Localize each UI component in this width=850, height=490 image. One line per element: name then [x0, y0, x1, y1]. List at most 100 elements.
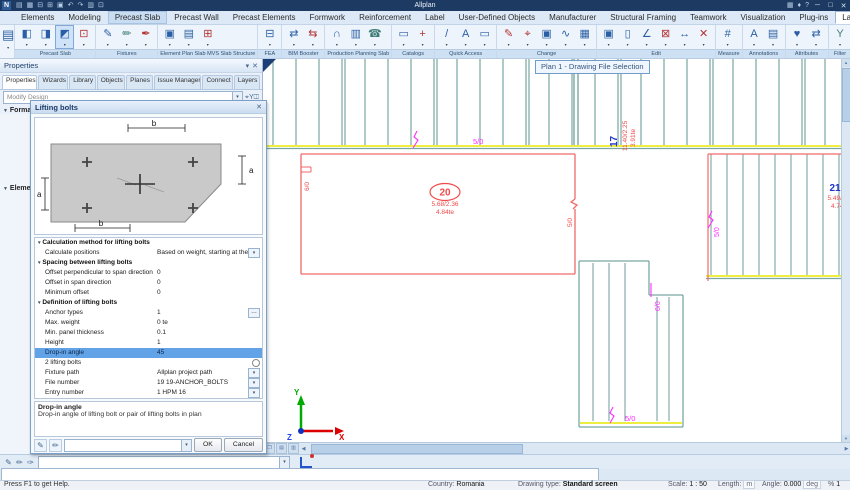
plot-icon[interactable]: ▥ [87, 2, 94, 9]
param-value[interactable]: 45 [157, 348, 262, 358]
modify-pen-icon[interactable]: ✎▾ [499, 25, 518, 49]
slab-mvs-icon[interactable]: ▤▾ [179, 25, 198, 49]
param-row-file-number[interactable]: File number19 19-ANCHOR_BOLTS▾ [35, 378, 262, 388]
param-row-offset-perpendicular-to-span-direction[interactable]: Offset perpendicular to span direction0 [35, 268, 262, 278]
scroll-left-arrow[interactable]: ◀ [299, 446, 308, 452]
menu-tab-precast-elements[interactable]: Precast Elements [226, 11, 303, 24]
param-value[interactable]: 0 [157, 288, 262, 298]
allplan-logo[interactable]: N [2, 1, 11, 10]
bim-export-icon[interactable]: ⇄▾ [284, 25, 303, 49]
horizontal-scrollbar[interactable]: ❐ ▤ ▥ ◀ ▶ [263, 442, 850, 454]
match-pen-icon[interactable]: ✎ [3, 457, 14, 468]
menu-tab-layout-editor[interactable]: Layout Editor [835, 11, 850, 24]
param-section-spacing-between-lifting-bolts[interactable]: ▾ Spacing between lifting bolts [35, 258, 262, 268]
text-tool-icon[interactable]: A▾ [456, 25, 475, 49]
ok-button[interactable]: OK [194, 438, 222, 452]
menu-tab-reinforcement[interactable]: Reinforcement [352, 11, 418, 24]
param-value[interactable]: 0.1 [157, 328, 262, 338]
beam-edit-icon[interactable]: ▯▾ [618, 25, 637, 49]
menu-tab-structural-framing[interactable]: Structural Framing [603, 11, 683, 24]
allplan-exchange-icon[interactable]: ▦ [787, 0, 794, 11]
draw-line-icon[interactable]: /▾ [437, 25, 456, 49]
panel-20-left-mark[interactable]: 6/0 [304, 182, 311, 191]
palette-tab-library[interactable]: Library [69, 75, 95, 89]
param-row-calculate-positions[interactable]: Calculate positionsBased on weight, star… [35, 248, 262, 258]
palette-tab-properties[interactable]: Properties [2, 75, 37, 89]
dropdown-button[interactable]: ▾ [248, 368, 260, 378]
checkbox[interactable] [252, 359, 260, 367]
menu-tab-elements[interactable]: Elements [14, 11, 61, 24]
slab-modify-icon[interactable]: ◨▾ [36, 25, 55, 49]
element-plan-icon[interactable]: ▣▾ [160, 25, 179, 49]
menu-tab-visualization[interactable]: Visualization [734, 11, 793, 24]
bottom-panel-outline[interactable] [579, 261, 683, 427]
param-value[interactable]: 1 [157, 338, 262, 348]
box-tool-icon[interactable]: ▭▾ [475, 25, 494, 49]
wave-adjust-icon[interactable]: ∿▾ [556, 25, 575, 49]
catalog-dialog-icon[interactable]: ▭▾ [394, 25, 413, 49]
status-angle[interactable]: Angle: 0.000 deg [762, 481, 821, 489]
undo-icon[interactable]: ↶ [68, 2, 74, 9]
quick-match-combo[interactable]: ▾ [38, 456, 290, 469]
project-navigator-icon[interactable]: ⊞ [47, 2, 53, 9]
close-icon[interactable]: ✕ [256, 103, 262, 111]
menu-tab-plug-ins[interactable]: Plug-ins [792, 11, 835, 24]
bim-import-icon[interactable]: ⇆▾ [303, 25, 322, 49]
allplan-shop-icon[interactable]: ♦ [798, 0, 802, 11]
param-row-minimum-offset[interactable]: Minimum offset0 [35, 288, 262, 298]
palette-header[interactable]: Properties ▾ ✕ [0, 59, 262, 73]
mirror-icon[interactable]: ⊠▾ [656, 25, 675, 49]
dropdown-button[interactable]: ▾ [248, 388, 260, 398]
param-row-max-weight[interactable]: Max. weight0 te [35, 318, 262, 328]
task-board-icon[interactable]: ▤▾ [2, 25, 15, 58]
maximize-button[interactable]: □ [824, 2, 837, 9]
slab-mesh-icon[interactable]: ◧▾ [17, 25, 36, 49]
help-icon[interactable]: ? [805, 0, 809, 11]
right-cut-label[interactable]: 5/0 [714, 227, 721, 237]
param-value[interactable]: Allplan project path [157, 368, 248, 378]
param-value[interactable]: 1 [157, 308, 248, 318]
fixture-modify-icon[interactable]: ✏▾ [117, 25, 136, 49]
fea-export-icon[interactable]: ⊟▾ [260, 25, 279, 49]
status-length[interactable]: Length: m [718, 481, 755, 489]
panel-17-size[interactable]: 11.40/2.25 [622, 120, 629, 151]
filter-icon[interactable]: Y▾ [831, 25, 850, 49]
panel-20-weight[interactable]: 4.84te [436, 209, 454, 216]
palette-tab-layers[interactable]: Layers [234, 75, 260, 89]
open-project-icon[interactable]: ▦ [27, 2, 34, 9]
panel-20-number[interactable]: 20 [439, 188, 451, 199]
param-value[interactable]: 0 te [157, 318, 262, 328]
vertical-scroll-thumb[interactable] [842, 68, 850, 122]
production-print-icon[interactable]: ▥▾ [346, 25, 365, 49]
palette-tab-connect[interactable]: Connect [202, 75, 232, 89]
edit-document-icon[interactable]: ▣▾ [537, 25, 556, 49]
viewport-button-2[interactable]: ▤ [276, 443, 287, 454]
palette-tab-issue-manager[interactable]: Issue Manager [154, 75, 202, 89]
status-scale[interactable]: Scale: 1 : 50 [668, 481, 707, 489]
slab-structure-icon[interactable]: ⊞▾ [198, 25, 217, 49]
scroll-up-arrow[interactable]: ▲ [842, 59, 850, 67]
menu-tab-precast-wall[interactable]: Precast Wall [167, 11, 226, 24]
menu-tab-formwork[interactable]: Formwork [303, 11, 353, 24]
chevron-down-icon[interactable]: ▾ [181, 440, 191, 451]
fixture-insert-icon[interactable]: ✎▾ [98, 25, 117, 49]
catalog-tools-icon[interactable]: +▾ [413, 25, 432, 49]
panel-17-number[interactable]: 17 [609, 135, 620, 147]
panel-21-number[interactable]: 21 [829, 183, 841, 194]
measure-ruler-icon[interactable]: #▾ [718, 25, 737, 49]
dropdown-button[interactable]: ▾ [248, 248, 260, 258]
close-button[interactable]: ✕ [837, 2, 850, 10]
copy-icon[interactable]: ▣ [57, 2, 64, 9]
dialog-title-bar[interactable]: Lifting bolts ✕ [31, 101, 266, 114]
status-drawing-type[interactable]: Drawing type: Standard screen [518, 481, 618, 489]
lifting-bolts-icon[interactable]: ◩▾ [55, 25, 74, 49]
param-row-height[interactable]: Height1 [35, 338, 262, 348]
transfer-format-icon[interactable]: ✑ [25, 457, 36, 468]
more-button[interactable]: … [248, 308, 260, 318]
param-row-2-lifting-bolts[interactable]: 2 lifting bolts [35, 358, 262, 368]
production-data-icon[interactable]: ∩▾ [327, 25, 346, 49]
favorites-combo[interactable]: ▾ [64, 439, 192, 452]
palette-tab-objects[interactable]: Objects [97, 75, 125, 89]
dock-element-icon[interactable]: ▦▾ [575, 25, 594, 49]
move-icon[interactable]: ↔▾ [675, 25, 694, 49]
